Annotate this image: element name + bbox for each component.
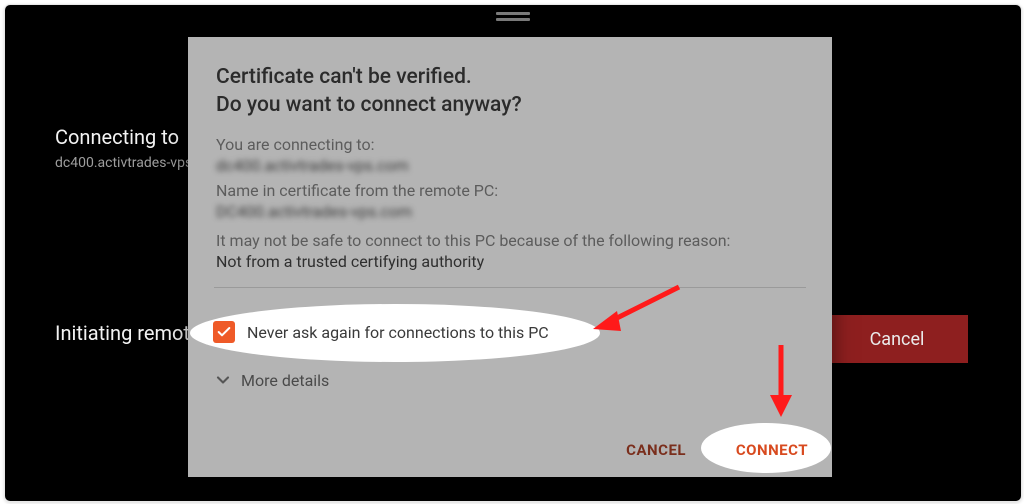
- more-details-toggle[interactable]: More details: [213, 370, 329, 390]
- annotation-arrow-left-icon: [587, 281, 687, 336]
- cert-name-label: Name in certificate from the remote PC:: [216, 181, 804, 200]
- never-ask-checkbox[interactable]: [213, 321, 235, 343]
- divider: [214, 287, 806, 288]
- certificate-dialog: Certificate can't be verified. Do you wa…: [188, 37, 832, 477]
- app-frame: Connecting to dc400.activtrades-vps.com …: [4, 4, 1022, 502]
- background: Connecting to dc400.activtrades-vps.com …: [5, 5, 1021, 501]
- check-icon: [216, 324, 232, 340]
- bg-cancel-button[interactable]: Cancel: [826, 315, 968, 363]
- reason-value: Not from a trusted certifying authority: [216, 252, 804, 271]
- dialog-cancel-button[interactable]: CANCEL: [626, 441, 686, 459]
- connecting-to-value: dc400.activtrades-vps.com: [216, 156, 804, 175]
- connecting-to-label: You are connecting to:: [216, 135, 804, 154]
- more-details-label: More details: [241, 371, 329, 390]
- reason-label: It may not be safe to connect to this PC…: [216, 231, 804, 250]
- never-ask-label: Never ask again for connections to this …: [247, 323, 549, 342]
- never-ask-row[interactable]: Never ask again for connections to this …: [213, 321, 549, 343]
- dialog-title-line1: Certificate can't be verified.: [216, 65, 472, 89]
- annotation-arrow-down-icon: [761, 341, 801, 421]
- drag-handle-icon[interactable]: [490, 8, 536, 25]
- dialog-title-line2: Do you want to connect anyway?: [216, 93, 522, 117]
- dialog-title: Certificate can't be verified. Do you wa…: [216, 63, 804, 119]
- cert-name-value: DC400.activtrades-vps.com: [216, 202, 804, 221]
- bg-cancel-label: Cancel: [870, 329, 925, 350]
- chevron-down-icon: [213, 370, 233, 390]
- dialog-connect-button[interactable]: CONNECT: [736, 441, 808, 459]
